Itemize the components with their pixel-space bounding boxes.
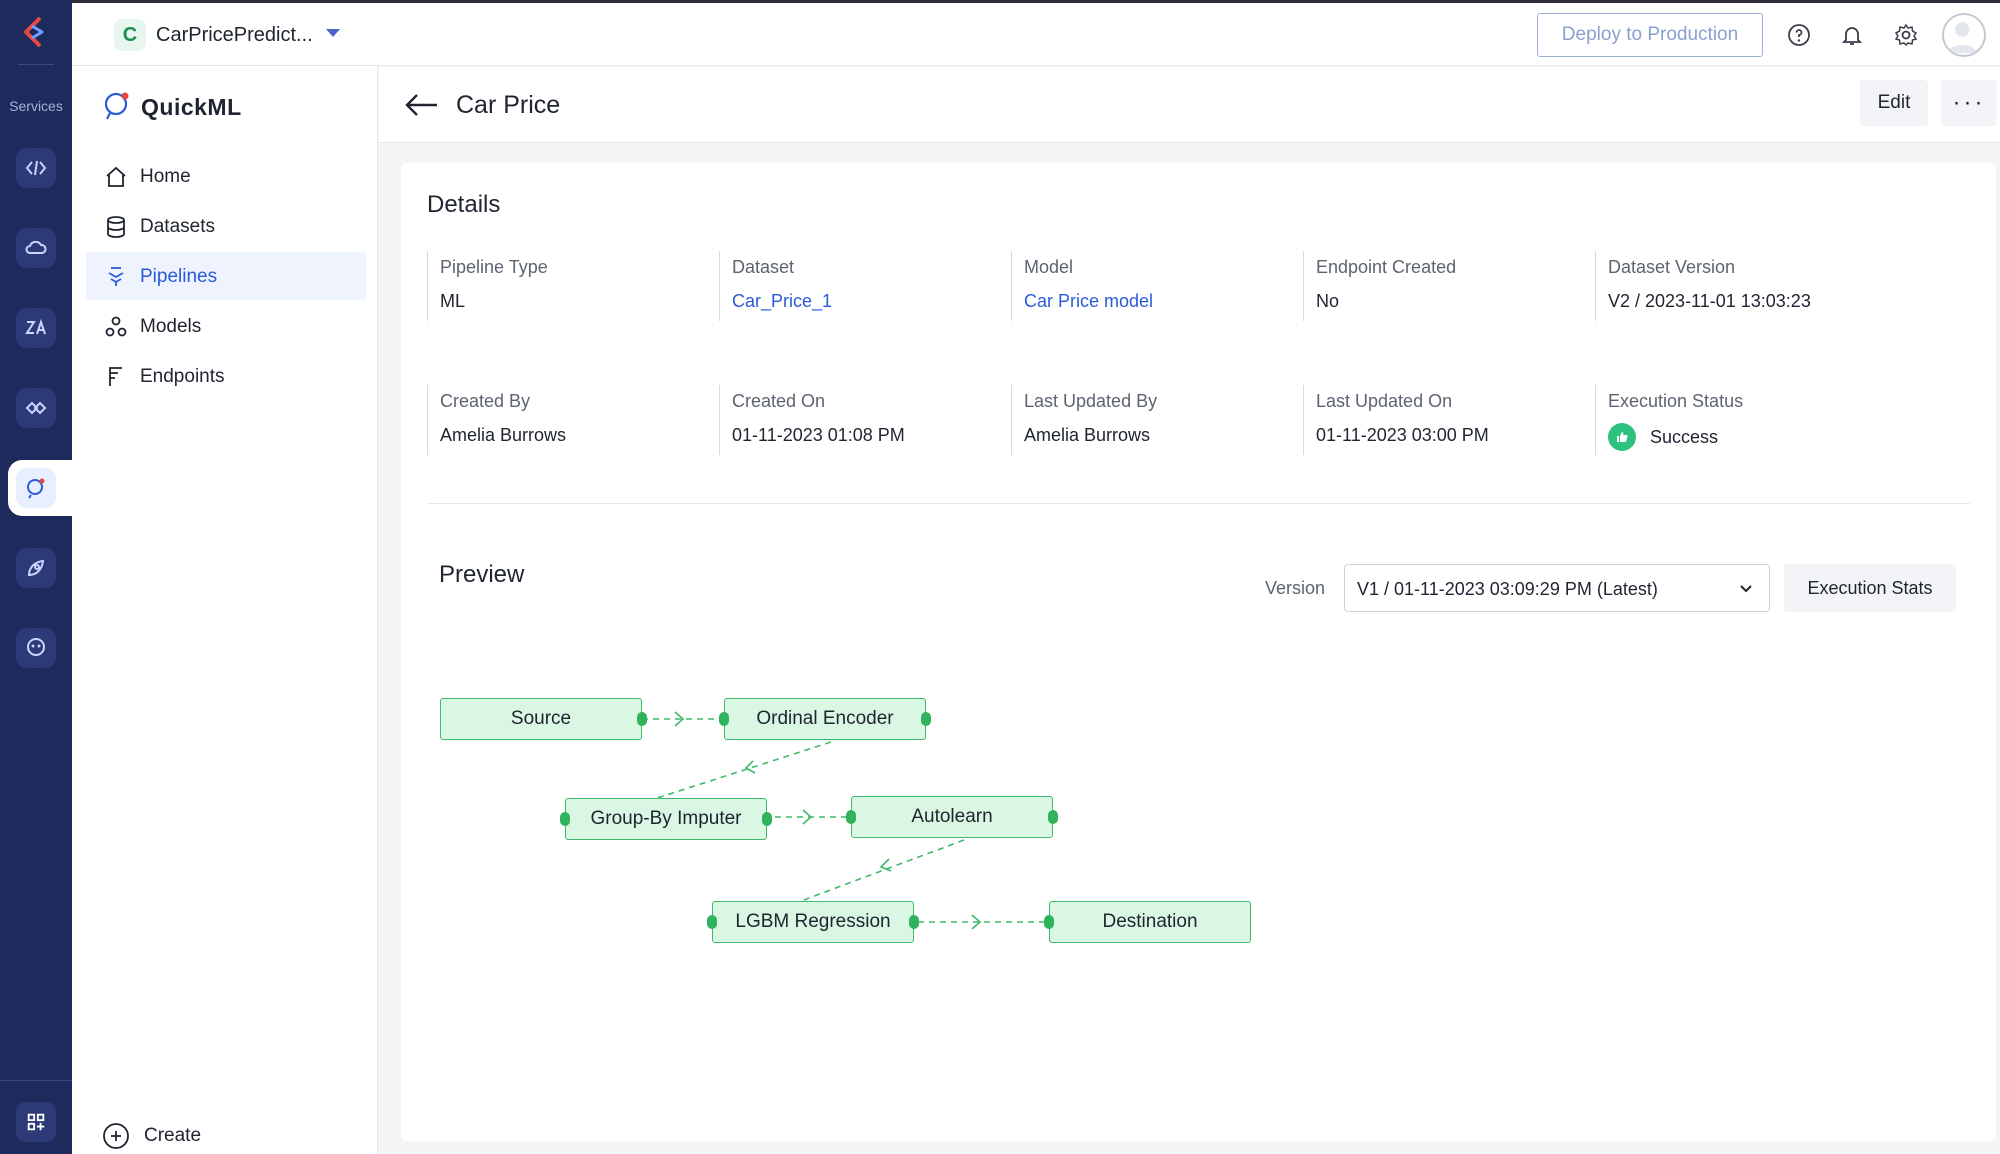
services-rail: Services bbox=[0, 0, 72, 1154]
quickml-title: QuickML bbox=[141, 94, 242, 120]
node-label: Group-By Imputer bbox=[590, 808, 742, 829]
project-badge[interactable]: C bbox=[114, 19, 146, 51]
pipeline-node-autolearn[interactable]: Autolearn bbox=[846, 796, 1058, 838]
node-output-port[interactable] bbox=[921, 712, 931, 726]
sidebar-item-datasets[interactable]: Datasets bbox=[86, 202, 366, 250]
node-input-port[interactable] bbox=[719, 712, 729, 726]
database-icon bbox=[107, 216, 125, 238]
rail-bottom-divider bbox=[0, 1080, 72, 1081]
pipeline-node-lgbm-regression[interactable]: LGBM Regression bbox=[707, 901, 919, 943]
catalyst-logo-icon[interactable] bbox=[18, 14, 54, 50]
page-title: Car Price bbox=[456, 91, 561, 119]
node-output-port[interactable] bbox=[909, 915, 919, 929]
sidebar-item-label: Home bbox=[140, 166, 191, 187]
quickml-logo-icon bbox=[104, 92, 129, 120]
pipeline-node-destination[interactable]: Destination bbox=[1044, 901, 1251, 943]
create-button[interactable]: Create bbox=[102, 1120, 302, 1150]
home-icon bbox=[106, 166, 126, 187]
help-icon[interactable] bbox=[1785, 21, 1813, 49]
node-label: LGBM Regression bbox=[735, 911, 891, 932]
quickml-service-icon[interactable] bbox=[16, 468, 56, 508]
sidebar-item-label: Pipelines bbox=[140, 266, 218, 287]
chatbot-service-icon[interactable] bbox=[16, 628, 56, 668]
pipeline-connectors bbox=[642, 711, 1047, 930]
node-label: Ordinal Encoder bbox=[756, 708, 894, 729]
page-header: Car Price Edit ··· bbox=[379, 67, 2000, 143]
sidebar-item-home[interactable]: Home bbox=[86, 152, 366, 200]
models-icon bbox=[105, 316, 127, 337]
node-input-port[interactable] bbox=[1044, 915, 1054, 929]
notification-bell-icon[interactable] bbox=[1838, 21, 1866, 49]
node-output-port[interactable] bbox=[637, 712, 647, 726]
project-dropdown-caret-icon[interactable] bbox=[326, 29, 340, 37]
sidebar-item-label: Endpoints bbox=[140, 366, 225, 387]
node-input-port[interactable] bbox=[707, 915, 717, 929]
sidebar-item-endpoints[interactable]: Endpoints bbox=[86, 352, 366, 400]
pipeline-details-card: Details Pipeline Type ML Dataset Car_Pri… bbox=[401, 163, 1996, 1141]
edit-button[interactable]: Edit bbox=[1860, 80, 1928, 126]
create-label: Create bbox=[144, 1125, 202, 1146]
cloud-service-icon[interactable] bbox=[16, 228, 56, 268]
project-name[interactable]: CarPricePredict... bbox=[156, 24, 313, 47]
node-label: Source bbox=[510, 708, 572, 729]
top-bar: C CarPricePredict... Deploy to Productio… bbox=[72, 0, 2000, 66]
sidebar-item-models[interactable]: Models bbox=[86, 302, 366, 350]
rail-divider bbox=[18, 64, 54, 65]
apps-grid-icon[interactable] bbox=[16, 1102, 56, 1142]
deploy-to-production-button[interactable]: Deploy to Production bbox=[1537, 13, 1763, 57]
node-input-port[interactable] bbox=[560, 812, 570, 826]
sidebar-item-label: Datasets bbox=[140, 216, 215, 237]
sidebar-item-label: Models bbox=[140, 316, 202, 337]
node-output-port[interactable] bbox=[762, 812, 772, 826]
pipeline-node-source[interactable]: Source bbox=[440, 698, 647, 740]
quickml-sidebar: QuickML Home Datasets Pipelines Models E… bbox=[72, 66, 378, 1154]
node-output-port[interactable] bbox=[1048, 810, 1058, 824]
pipeline-node-ordinal-encoder[interactable]: Ordinal Encoder bbox=[719, 698, 931, 740]
node-label: Destination bbox=[1102, 911, 1198, 932]
settings-gear-icon[interactable] bbox=[1892, 21, 1920, 49]
integration-service-icon[interactable] bbox=[16, 388, 56, 428]
flag-icon bbox=[109, 367, 122, 386]
more-options-icon[interactable]: ··· bbox=[1941, 80, 1997, 126]
pipeline-icon bbox=[108, 267, 124, 286]
node-label: Autolearn bbox=[911, 806, 993, 827]
pipeline-node-group-by-imputer[interactable]: Group-By Imputer bbox=[560, 798, 772, 840]
services-label: Services bbox=[9, 98, 63, 114]
rocket-service-icon[interactable] bbox=[16, 548, 56, 588]
sidebar-item-pipelines[interactable]: Pipelines bbox=[86, 252, 366, 300]
code-service-icon[interactable] bbox=[16, 148, 56, 188]
plus-circle-icon bbox=[103, 1123, 129, 1149]
back-arrow-icon[interactable] bbox=[403, 89, 439, 121]
user-avatar[interactable] bbox=[1942, 13, 1986, 57]
translate-service-icon[interactable] bbox=[16, 308, 56, 348]
node-input-port[interactable] bbox=[846, 810, 856, 824]
